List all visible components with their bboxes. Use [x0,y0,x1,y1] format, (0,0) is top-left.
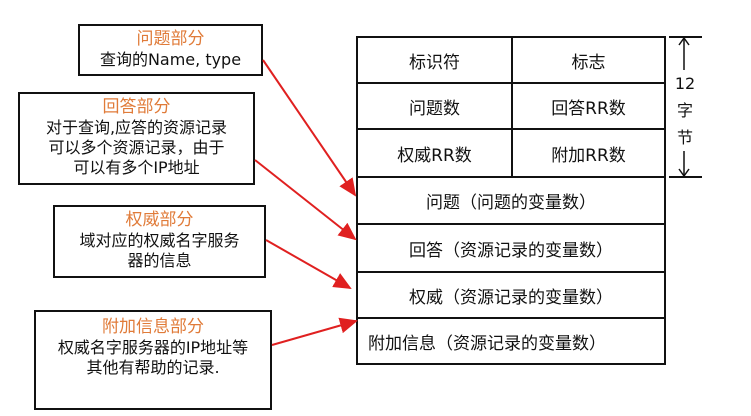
cell-identifier: 标识符 [358,38,513,84]
arrow-authority [265,239,352,289]
question-callout-body: 查询的Name, type [99,50,242,69]
question-callout-title: 问题部分 [136,29,205,49]
authority-callout-title: 权威部分 [125,210,194,230]
answer-callout-line-3: 可以有多个IP地址 [73,158,200,177]
cell-answer-rr-count: 回答RR数 [513,84,664,130]
answer-callout-line-2: 可以多个资源记录，由于 [48,138,225,157]
cell-authority-rr-count: 权威RR数 [358,130,513,178]
header-size-label: 12 字 节 [674,70,696,151]
section-answer: 回答（资源记录的变量数） [358,225,664,273]
answer-callout-title: 回答部分 [102,97,171,117]
cell-additional-rr-count: 附加RR数 [513,130,664,178]
header-size-char-jie: 节 [676,128,693,147]
arrow-question [262,59,357,197]
cell-flags: 标志 [513,38,664,84]
arrow-answer [254,159,357,241]
additional-callout-title: 附加信息部分 [102,317,204,337]
dns-message-format-table: 标识符 标志 问题数 回答RR数 权威RR数 附加RR数 问题（问题的变量数） … [356,36,666,365]
question-callout: 问题部分 查询的Name, type [78,24,263,76]
header-size-char-zi: 字 [676,101,693,120]
header-size-indicator: 12 字 节 [668,36,702,178]
section-authority: 权威（资源记录的变量数） [358,273,664,319]
header-size-number: 12 [674,74,696,93]
additional-callout-line-1: 权威名字服务器的IP地址等 [57,338,249,357]
cell-question-count: 问题数 [358,84,513,130]
section-additional: 附加信息（资源记录的变量数） [368,333,606,354]
additional-callout-line-2: 其他有帮助的记录. [86,358,220,377]
authority-callout-line-1: 域对应的权威名字服务 [79,231,240,250]
arrow-additional [271,317,358,346]
answer-callout: 回答部分 对于查询,应答的资源记录 可以多个资源记录，由于 可以有多个IP地址 [18,92,255,185]
additional-callout: 附加信息部分 权威名字服务器的IP地址等 其他有帮助的记录. [34,310,272,410]
authority-callout: 权威部分 域对应的权威名字服务 器的信息 [53,205,266,278]
authority-callout-line-2: 器的信息 [127,251,192,270]
answer-callout-line-1: 对于查询,应答的资源记录 [45,118,228,137]
section-question: 问题（问题的变量数） [358,178,664,225]
